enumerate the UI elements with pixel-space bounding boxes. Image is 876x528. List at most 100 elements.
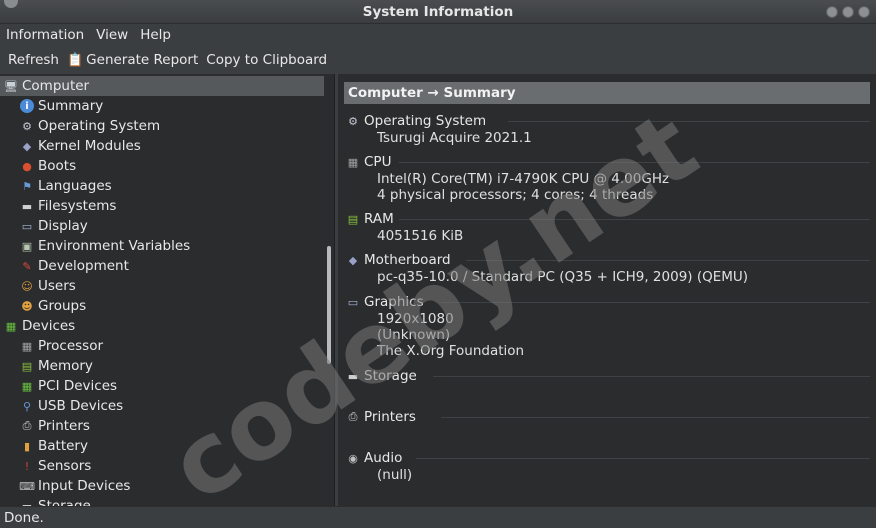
sidebar-item-label: USB Devices bbox=[38, 398, 124, 414]
motherboard-icon: ◆ bbox=[348, 253, 358, 267]
sidebar-item-users[interactable]: ☺ Users bbox=[0, 276, 324, 296]
sidebar-item-summary[interactable]: i Summary bbox=[0, 96, 324, 116]
menu-information[interactable]: Information bbox=[6, 27, 84, 43]
sidebar-scroll-thumb[interactable] bbox=[327, 246, 331, 364]
sidebar-item-kernel-modules[interactable]: ◆ Kernel Modules bbox=[0, 136, 324, 156]
sidebar-item-input-devices[interactable]: ⌨ Input Devices bbox=[0, 476, 324, 496]
sidebar-item-label: Input Devices bbox=[38, 478, 131, 494]
sidebar-item-label: Sensors bbox=[38, 458, 92, 474]
sidebar-item-battery[interactable]: ▮ Battery bbox=[0, 436, 324, 456]
minimize-button[interactable] bbox=[826, 6, 838, 18]
input-icon: ⌨ bbox=[19, 479, 35, 493]
sidebar-item-label: Printers bbox=[38, 418, 90, 434]
sidebar-item-operating-system[interactable]: ⚙ Operating System bbox=[0, 116, 324, 136]
sidebar-item-storage[interactable]: ▬ Storage bbox=[0, 496, 324, 506]
copy-label: Copy to Clipboard bbox=[206, 52, 328, 68]
generate-report-button[interactable]: 📋 Generate Report bbox=[67, 52, 198, 68]
memory-icon: ▤ bbox=[21, 359, 33, 373]
section-divider bbox=[416, 458, 870, 459]
monitor-icon: ▭ bbox=[347, 295, 359, 309]
user-icon: ☺ bbox=[21, 279, 33, 293]
gear-icon: ⚙ bbox=[22, 119, 32, 133]
section-value: pc-q35-10.0 / Standard PC (Q35 + ICH9, 2… bbox=[377, 269, 749, 285]
section-label: Graphics bbox=[364, 294, 424, 310]
section-operating-system: ⚙ Operating System Tsurugi Acquire 2021.1 bbox=[346, 112, 870, 146]
menu-view[interactable]: View bbox=[96, 27, 128, 43]
sidebar-item-computer[interactable]: 🖥 Computer bbox=[0, 76, 324, 96]
sidebar-item-devices[interactable]: ▦ Devices bbox=[0, 316, 324, 336]
section-label: Motherboard bbox=[364, 252, 451, 268]
copy-to-clipboard-button[interactable]: Copy to Clipboard bbox=[206, 52, 327, 68]
section-ram: ▤ RAM 4051516 KiB bbox=[346, 210, 870, 244]
title-bar: System Information bbox=[0, 0, 876, 24]
sidebar-item-languages[interactable]: ⚑ Languages bbox=[0, 176, 324, 196]
boot-icon: ● bbox=[22, 159, 32, 173]
audio-icon: ◉ bbox=[348, 451, 358, 465]
section-value: 1920x1080 bbox=[377, 311, 454, 327]
close-button[interactable] bbox=[858, 6, 870, 18]
section-label: RAM bbox=[364, 211, 394, 227]
section-storage: ▬ Storage bbox=[346, 367, 870, 385]
sidebar-item-boots[interactable]: ● Boots bbox=[0, 156, 324, 176]
section-divider bbox=[399, 162, 870, 163]
sidebar-item-filesystems[interactable]: ▬ Filesystems bbox=[0, 196, 324, 216]
sidebar-item-label: PCI Devices bbox=[38, 378, 118, 394]
sidebar-tree[interactable]: 🖥 Computer i Summary ⚙ Operating System ◆ Kerne… bbox=[0, 74, 335, 506]
section-audio: ◉ Audio (null) bbox=[346, 449, 870, 483]
sidebar-item-label: Users bbox=[38, 278, 76, 294]
sidebar-item-processor[interactable]: ▦ Processor bbox=[0, 336, 324, 356]
sidebar-item-label: Battery bbox=[38, 438, 88, 454]
sidebar-item-sensors[interactable]: ! Sensors bbox=[0, 456, 324, 476]
sidebar-item-label: Processor bbox=[38, 338, 104, 354]
group-icon: ☻ bbox=[21, 299, 33, 313]
sidebar-item-label: Filesystems bbox=[38, 198, 117, 214]
status-bar: Done. bbox=[0, 506, 876, 528]
sidebar-item-groups[interactable]: ☻ Groups bbox=[0, 296, 324, 316]
section-divider bbox=[508, 121, 870, 122]
section-value: Intel(R) Core(TM) i7-4790K CPU @ 4.00GHz bbox=[377, 171, 670, 187]
sidebar-item-usb-devices[interactable]: ⚲ USB Devices bbox=[0, 396, 324, 416]
section-divider bbox=[466, 260, 870, 261]
section-divider bbox=[441, 302, 870, 303]
window-menu-button[interactable] bbox=[4, 0, 18, 8]
section-label: CPU bbox=[364, 154, 392, 170]
gear-icon: ⚙ bbox=[348, 114, 358, 128]
sidebar-item-memory[interactable]: ▤ Memory bbox=[0, 356, 324, 376]
refresh-button[interactable]: Refresh bbox=[8, 52, 59, 68]
usb-icon: ⚲ bbox=[22, 399, 32, 413]
sidebar-item-label: Operating System bbox=[38, 118, 161, 134]
sidebar-item-pci-devices[interactable]: ▦ PCI Devices bbox=[0, 376, 324, 396]
sidebar-item-label: Summary bbox=[38, 98, 104, 114]
drive-icon: ▬ bbox=[21, 199, 33, 213]
storage-icon: ▬ bbox=[21, 499, 33, 507]
section-value: (Unknown) bbox=[377, 327, 451, 343]
sidebar-item-development[interactable]: ✎ Development bbox=[0, 256, 324, 276]
section-label: Storage bbox=[364, 368, 417, 384]
section-label: Operating System bbox=[364, 113, 487, 129]
section-printers: ⎙ Printers bbox=[346, 408, 870, 426]
storage-icon: ▬ bbox=[347, 369, 359, 383]
cpu-icon: ▦ bbox=[347, 155, 359, 169]
sidebar-item-label: Development bbox=[38, 258, 129, 274]
sidebar-item-environment-variables[interactable]: ▣ Environment Variables bbox=[0, 236, 324, 256]
section-divider bbox=[441, 417, 870, 418]
pci-icon: ▦ bbox=[21, 379, 33, 393]
report-icon: 📋 bbox=[66, 52, 84, 68]
menu-help[interactable]: Help bbox=[140, 27, 171, 43]
sidebar-scrollbar[interactable] bbox=[326, 74, 332, 506]
section-cpu: ▦ CPU Intel(R) Core(TM) i7-4790K CPU @ 4.0… bbox=[346, 153, 870, 203]
section-label: Printers bbox=[364, 409, 416, 425]
sidebar-item-label: Boots bbox=[38, 158, 77, 174]
sidebar-item-display[interactable]: ▭ Display bbox=[0, 216, 324, 236]
menu-bar: Information View Help bbox=[0, 24, 876, 46]
section-value: The X.Org Foundation bbox=[377, 343, 525, 359]
development-icon: ✎ bbox=[22, 259, 32, 273]
sidebar-item-printers[interactable]: ⎙ Printers bbox=[0, 416, 324, 436]
memory-icon: ▤ bbox=[347, 212, 359, 226]
maximize-button[interactable] bbox=[842, 6, 854, 18]
section-value: Tsurugi Acquire 2021.1 bbox=[377, 130, 532, 146]
info-icon: i bbox=[20, 99, 34, 113]
section-motherboard: ◆ Motherboard pc-q35-10.0 / Standard PC (Q… bbox=[346, 251, 870, 285]
section-divider bbox=[432, 376, 870, 377]
window-title: System Information bbox=[362, 4, 514, 20]
